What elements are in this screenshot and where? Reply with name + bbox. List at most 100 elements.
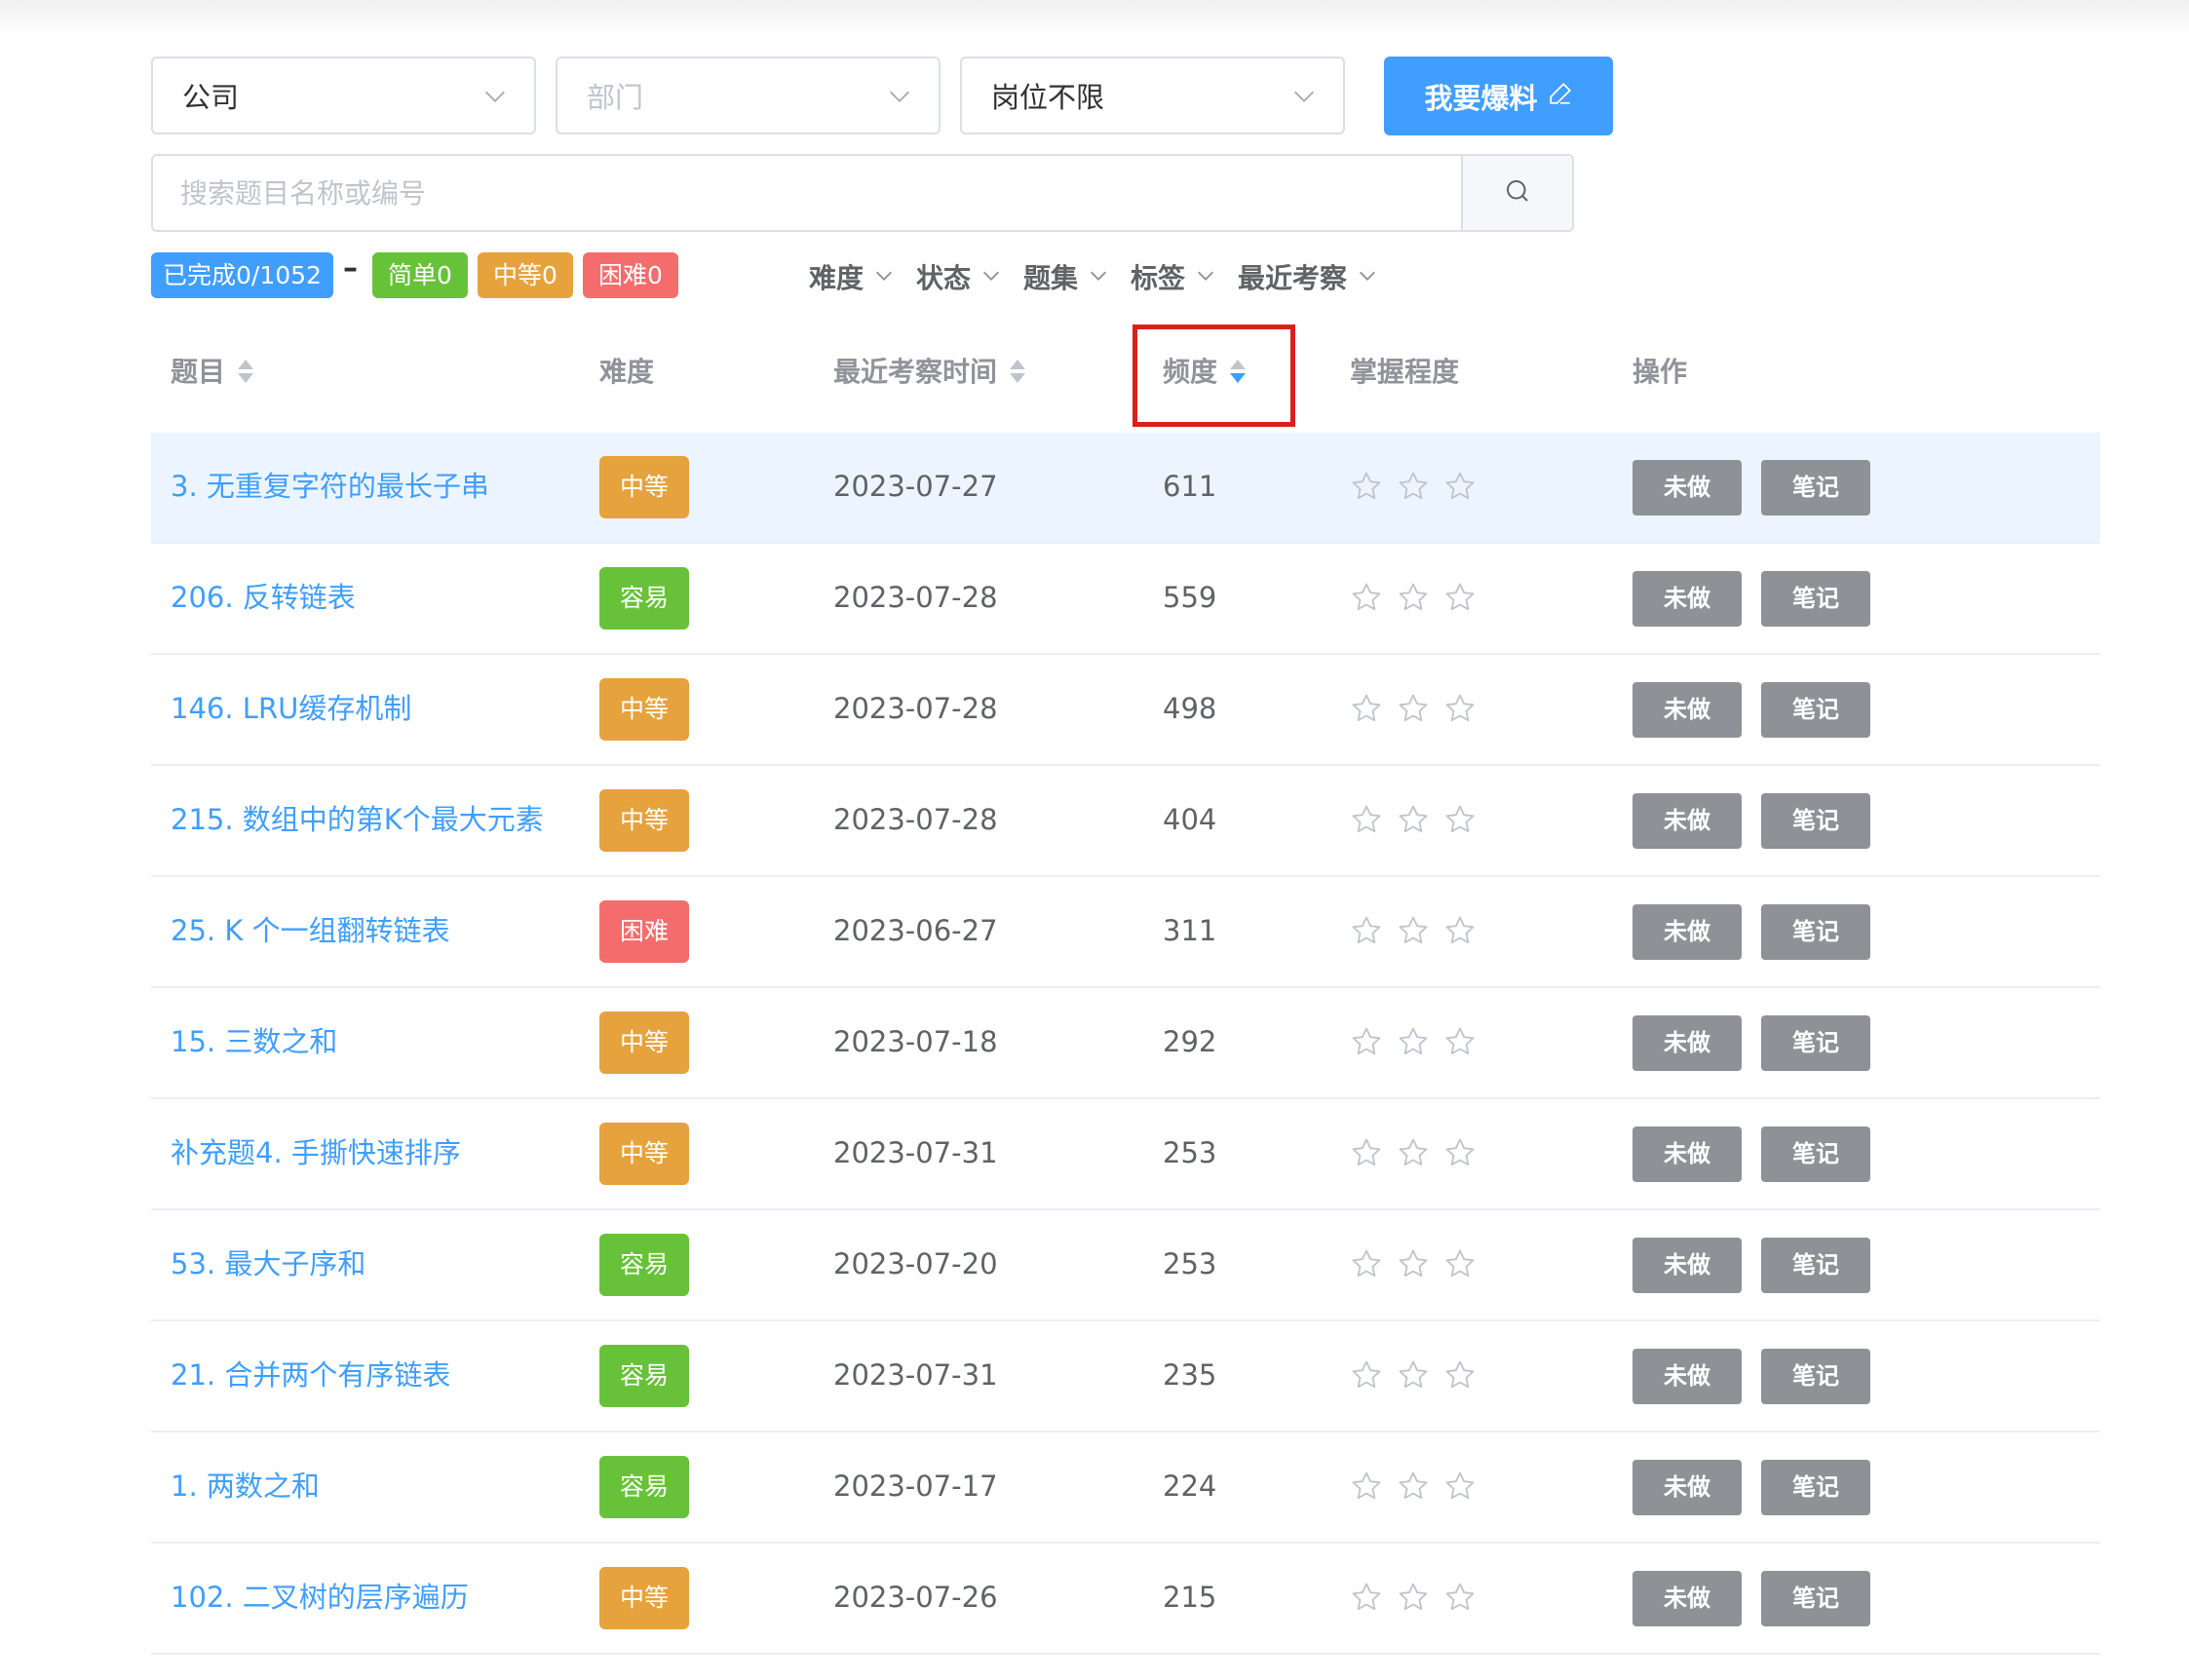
notes-button[interactable]: 笔记: [1761, 1571, 1870, 1626]
department-select[interactable]: 部门: [556, 57, 941, 134]
star-icon[interactable]: [1350, 1025, 1383, 1062]
table-row[interactable]: 146. LRU缓存机制 中等 2023-07-28 498 未做 笔记: [151, 655, 2100, 766]
star-icon[interactable]: [1397, 1247, 1430, 1284]
sort-icon[interactable]: [1009, 360, 1026, 385]
notes-button[interactable]: 笔记: [1761, 1460, 1870, 1515]
notes-button[interactable]: 笔记: [1761, 1015, 1870, 1071]
mastery-rating[interactable]: [1350, 1581, 1477, 1618]
mastery-rating[interactable]: [1350, 581, 1477, 618]
star-icon[interactable]: [1443, 803, 1477, 840]
star-icon[interactable]: [1443, 1136, 1477, 1173]
mastery-rating[interactable]: [1350, 803, 1477, 840]
problem-title-link[interactable]: 15. 三数之和: [171, 1022, 337, 1061]
submit-report-button[interactable]: 我要爆料: [1384, 57, 1613, 135]
star-icon[interactable]: [1350, 581, 1383, 618]
star-icon[interactable]: [1397, 1581, 1430, 1618]
star-icon[interactable]: [1350, 692, 1383, 729]
status-button[interactable]: 未做: [1632, 1015, 1742, 1071]
star-icon[interactable]: [1397, 803, 1430, 840]
search-button[interactable]: [1461, 156, 1572, 230]
table-row[interactable]: 补充题4. 手撕快速排序 中等 2023-07-31 253 未做 笔记: [151, 1099, 2100, 1210]
star-icon[interactable]: [1397, 692, 1430, 729]
notes-button[interactable]: 笔记: [1761, 1126, 1870, 1182]
problem-title-link[interactable]: 53. 最大子序和: [171, 1244, 365, 1283]
notes-button[interactable]: 笔记: [1761, 1349, 1870, 1404]
star-icon[interactable]: [1397, 1470, 1430, 1507]
star-icon[interactable]: [1443, 1025, 1477, 1062]
company-select[interactable]: 公司: [151, 57, 536, 134]
sort-icon[interactable]: [237, 360, 254, 385]
table-row[interactable]: 206. 反转链表 容易 2023-07-28 559 未做 笔记: [151, 544, 2100, 655]
table-row[interactable]: 25. K 个一组翻转链表 困难 2023-06-27 311 未做 笔记: [151, 877, 2100, 988]
star-icon[interactable]: [1350, 803, 1383, 840]
status-button[interactable]: 未做: [1632, 1571, 1742, 1626]
position-select[interactable]: 岗位不限: [960, 57, 1345, 134]
status-button[interactable]: 未做: [1632, 682, 1742, 738]
status-button[interactable]: 未做: [1632, 1126, 1742, 1182]
star-icon[interactable]: [1397, 1136, 1430, 1173]
mastery-rating[interactable]: [1350, 470, 1477, 507]
status-button[interactable]: 未做: [1632, 1349, 1742, 1404]
problem-title-link[interactable]: 206. 反转链表: [171, 578, 356, 617]
star-icon[interactable]: [1350, 1136, 1383, 1173]
star-icon[interactable]: [1443, 914, 1477, 951]
problem-title-link[interactable]: 146. LRU缓存机制: [171, 689, 411, 728]
problem-title-link[interactable]: 1. 两数之和: [171, 1467, 320, 1506]
notes-button[interactable]: 笔记: [1761, 682, 1870, 738]
problem-title-link[interactable]: 215. 数组中的第K个最大元素: [171, 800, 544, 839]
table-row[interactable]: 21. 合并两个有序链表 容易 2023-07-31 235 未做 笔记: [151, 1321, 2100, 1432]
star-icon[interactable]: [1443, 1247, 1477, 1284]
mastery-rating[interactable]: [1350, 1025, 1477, 1062]
star-icon[interactable]: [1443, 1358, 1477, 1395]
mastery-rating[interactable]: [1350, 1136, 1477, 1173]
problem-title-link[interactable]: 3. 无重复字符的最长子串: [171, 467, 489, 506]
star-icon[interactable]: [1350, 914, 1383, 951]
status-button[interactable]: 未做: [1632, 460, 1742, 515]
star-icon[interactable]: [1350, 1581, 1383, 1618]
table-row[interactable]: 53. 最大子序和 容易 2023-07-20 253 未做 笔记: [151, 1210, 2100, 1321]
table-row[interactable]: 102. 二叉树的层序遍历 中等 2023-07-26 215 未做 笔记: [151, 1544, 2100, 1655]
mastery-rating[interactable]: [1350, 1247, 1477, 1284]
status-filter-dropdown[interactable]: 状态: [916, 257, 1002, 296]
notes-button[interactable]: 笔记: [1761, 904, 1870, 960]
star-icon[interactable]: [1443, 692, 1477, 729]
star-icon[interactable]: [1397, 581, 1430, 618]
column-header-recent[interactable]: 最近考察时间: [833, 353, 1026, 392]
recent-filter-dropdown[interactable]: 最近考察: [1238, 257, 1378, 296]
problem-set-filter-dropdown[interactable]: 题集: [1023, 257, 1109, 296]
mastery-rating[interactable]: [1350, 692, 1477, 729]
notes-button[interactable]: 笔记: [1761, 460, 1870, 515]
star-icon[interactable]: [1397, 1358, 1430, 1395]
tag-filter-dropdown[interactable]: 标签: [1131, 257, 1216, 296]
table-row[interactable]: 15. 三数之和 中等 2023-07-18 292 未做 笔记: [151, 988, 2100, 1099]
star-icon[interactable]: [1443, 1581, 1477, 1618]
problem-title-link[interactable]: 21. 合并两个有序链表: [171, 1355, 450, 1394]
problem-title-link[interactable]: 25. K 个一组翻转链表: [171, 911, 450, 950]
notes-button[interactable]: 笔记: [1761, 1238, 1870, 1293]
search-input[interactable]: [180, 173, 1447, 212]
status-button[interactable]: 未做: [1632, 793, 1742, 849]
star-icon[interactable]: [1350, 470, 1383, 507]
notes-button[interactable]: 笔记: [1761, 571, 1870, 627]
star-icon[interactable]: [1443, 581, 1477, 618]
star-icon[interactable]: [1397, 914, 1430, 951]
table-row[interactable]: 1. 两数之和 容易 2023-07-17 224 未做 笔记: [151, 1432, 2100, 1544]
problem-title-link[interactable]: 102. 二叉树的层序遍历: [171, 1578, 469, 1617]
status-button[interactable]: 未做: [1632, 571, 1742, 627]
star-icon[interactable]: [1350, 1247, 1383, 1284]
star-icon[interactable]: [1443, 470, 1477, 507]
column-header-title[interactable]: 题目: [171, 353, 254, 392]
table-row[interactable]: 3. 无重复字符的最长子串 中等 2023-07-27 611 未做 笔记: [151, 433, 2100, 544]
star-icon[interactable]: [1350, 1470, 1383, 1507]
notes-button[interactable]: 笔记: [1761, 793, 1870, 849]
table-row[interactable]: 215. 数组中的第K个最大元素 中等 2023-07-28 404 未做 笔记: [151, 766, 2100, 877]
problem-title-link[interactable]: 补充题4. 手撕快速排序: [171, 1133, 461, 1172]
mastery-rating[interactable]: [1350, 1470, 1477, 1507]
difficulty-filter-dropdown[interactable]: 难度: [809, 257, 895, 296]
status-button[interactable]: 未做: [1632, 1460, 1742, 1515]
mastery-rating[interactable]: [1350, 914, 1477, 951]
status-button[interactable]: 未做: [1632, 904, 1742, 960]
star-icon[interactable]: [1443, 1470, 1477, 1507]
status-button[interactable]: 未做: [1632, 1238, 1742, 1293]
star-icon[interactable]: [1397, 470, 1430, 507]
